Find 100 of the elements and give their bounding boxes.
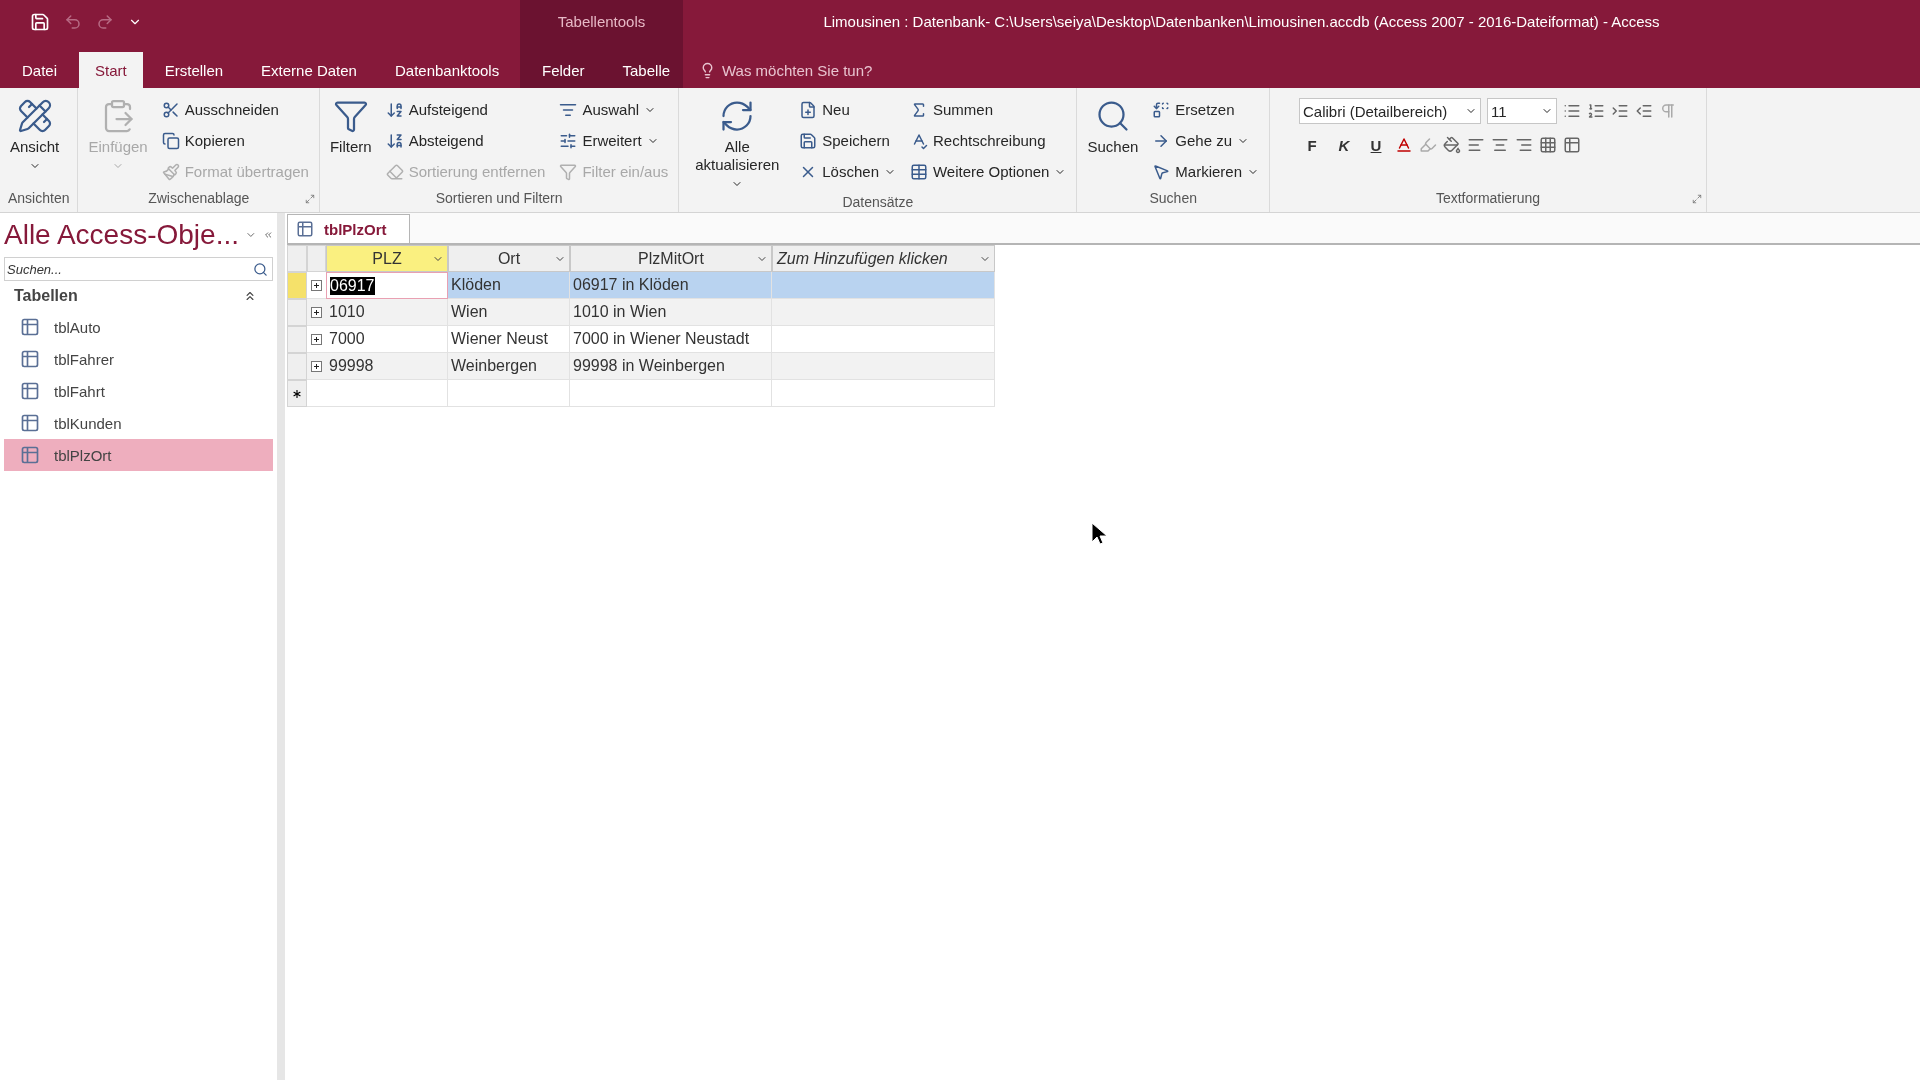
align-center-icon[interactable]: [1491, 136, 1509, 154]
fill-icon[interactable]: [1443, 136, 1461, 154]
ribbon-button[interactable]: Filtern: [327, 94, 374, 160]
save-icon: [799, 131, 818, 150]
ribbon-button[interactable]: Auswahl: [557, 94, 671, 125]
ribbon-button[interactable]: Ansicht: [8, 94, 62, 176]
table-icon: [20, 349, 40, 369]
style-button[interactable]: F: [1299, 135, 1325, 155]
expand-icon[interactable]: [311, 279, 322, 291]
table-cell[interactable]: 06917: [326, 272, 448, 299]
column-header[interactable]: Zum Hinzufügen klicken: [772, 245, 995, 272]
search-icon: [253, 261, 268, 277]
pointer-icon: [1152, 162, 1171, 181]
replace-icon: [1152, 100, 1171, 119]
highlight-icon[interactable]: [1419, 136, 1437, 154]
table-cell[interactable]: 06917 in Klöden: [570, 272, 772, 299]
style-button[interactable]: K: [1331, 135, 1357, 155]
table-cell[interactable]: 99998 in Weinbergen: [570, 353, 772, 380]
bullet-list-icon[interactable]: [1563, 102, 1581, 120]
group-label: Textformatierung: [1435, 190, 1541, 208]
launcher-icon[interactable]: [1692, 194, 1702, 204]
outdent-icon[interactable]: [1635, 102, 1653, 120]
ribbon-button[interactable]: Rechtschreibung: [908, 125, 1069, 156]
table-item[interactable]: tblFahrt: [4, 375, 273, 407]
ribbon-button[interactable]: Suchen: [1085, 94, 1141, 160]
sliders-icon: [559, 131, 578, 150]
ribbon-button[interactable]: Weitere Optionen: [908, 156, 1069, 187]
table-cell[interactable]: 7000 in Wiener Neustadt: [570, 326, 772, 353]
expand-icon[interactable]: [311, 333, 322, 345]
section-header[interactable]: Tabellen: [4, 281, 273, 311]
row-selector[interactable]: [287, 380, 307, 407]
ribbon-tab[interactable]: Start: [79, 52, 143, 88]
expand-icon[interactable]: [311, 360, 322, 372]
table-cell[interactable]: Weinbergen: [448, 353, 570, 380]
table-icon: [20, 381, 40, 401]
table-icon: [20, 413, 40, 433]
collapse-icon: [243, 289, 257, 303]
ribbon-button[interactable]: Kopieren: [159, 125, 311, 156]
column-header[interactable]: PlzMitOrt: [570, 245, 772, 272]
style-button[interactable]: U: [1363, 135, 1389, 155]
table-icon: [20, 317, 40, 337]
search-field[interactable]: Suchen...: [4, 257, 273, 281]
table-icon: [910, 162, 928, 181]
align-right-icon[interactable]: [1515, 136, 1533, 154]
table-icon: [20, 445, 40, 465]
table-item[interactable]: tblAuto: [4, 311, 273, 343]
funnel-icon: [559, 162, 578, 181]
ribbon-tab[interactable]: Datei: [6, 52, 74, 88]
launcher-icon[interactable]: [304, 194, 315, 204]
align-left-icon[interactable]: [1467, 136, 1485, 154]
ribbon-tab[interactable]: Erstellen: [148, 52, 240, 88]
new-record-icon: [799, 100, 818, 119]
ribbon-tab[interactable]: Felder: [526, 52, 601, 88]
context-label: Tabellentools: [557, 13, 646, 30]
indent-icon[interactable]: [1611, 102, 1629, 120]
column-header[interactable]: Ort: [448, 245, 570, 272]
table-icon: [296, 220, 314, 238]
ribbon-button[interactable]: Aufsteigend: [383, 94, 548, 125]
table-item[interactable]: tblKunden: [4, 407, 273, 439]
group-label: Suchen: [1149, 190, 1197, 208]
ribbon-button[interactable]: Löschen: [797, 156, 898, 187]
ribbon-tab[interactable]: Externe Daten: [245, 52, 373, 88]
expand-icon[interactable]: [311, 306, 322, 318]
table-cell[interactable]: 1010: [326, 299, 448, 326]
group-label: Ansichten: [8, 190, 70, 208]
ribbon-tab[interactable]: Datenbanktools: [378, 52, 516, 88]
ribbon-button[interactable]: Speichern: [797, 125, 898, 156]
ribbon-button[interactable]: Ausschneiden: [159, 94, 311, 125]
font-color-icon[interactable]: [1395, 136, 1413, 154]
gridlines-icon[interactable]: [1539, 136, 1557, 154]
document-tab[interactable]: tblPlzOrt: [287, 214, 410, 243]
table-cell[interactable]: Wien: [448, 299, 570, 326]
numbered-list-icon[interactable]: [1587, 102, 1605, 120]
ribbon-button[interactable]: Alle aktualisieren: [687, 94, 788, 194]
table-cell[interactable]: 7000: [326, 326, 448, 353]
font-field[interactable]: Calibri (Detailbereich): [1299, 98, 1481, 124]
ribbon-button[interactable]: Markieren: [1150, 156, 1261, 187]
pane-title: Alle Access-Obje...: [4, 219, 239, 251]
eraser-icon: [385, 162, 404, 181]
paragraph-icon[interactable]: [1659, 102, 1677, 120]
group-label: Datensätze: [842, 194, 914, 212]
ribbon-button[interactable]: Erweitert: [557, 125, 671, 156]
sort-ascending-icon: [385, 100, 404, 119]
table-cell[interactable]: 1010 in Wien: [570, 299, 772, 326]
column-header[interactable]: PLZ: [326, 245, 448, 272]
table-cell[interactable]: Klöden: [448, 272, 570, 299]
ribbon-button[interactable]: Neu: [797, 94, 898, 125]
table-item[interactable]: tblFahrer: [4, 343, 273, 375]
ribbon-button[interactable]: Summen: [908, 94, 1069, 125]
scissors-icon: [161, 100, 180, 119]
window-title: Limousinen : Datenbank- C:\Users\seiya\Desktop\Datenbanken\Limousinen.accdb (Access 2007 - 2016-Dateiformat) - Access: [823, 13, 1661, 30]
table-icon[interactable]: [1563, 136, 1581, 154]
table-cell[interactable]: 99998: [326, 353, 448, 380]
size-field[interactable]: 11: [1487, 98, 1557, 124]
ribbon-button[interactable]: Gehe zu: [1150, 125, 1261, 156]
ribbon-button[interactable]: Absteigend: [383, 125, 548, 156]
ribbon-button[interactable]: Ersetzen: [1150, 94, 1261, 125]
table-cell[interactable]: Wiener Neust: [448, 326, 570, 353]
copy-icon: [161, 131, 180, 150]
table-item[interactable]: tblPlzOrt: [4, 439, 273, 471]
